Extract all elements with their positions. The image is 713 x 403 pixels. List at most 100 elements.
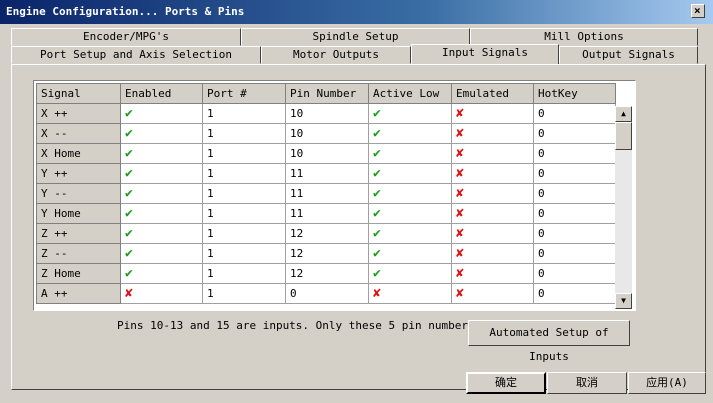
enabled-cell[interactable]: ✘ <box>120 283 203 304</box>
pin-cell[interactable]: 0 <box>285 283 369 304</box>
signal-name-cell[interactable]: Z Home <box>36 263 121 284</box>
hotkey-cell[interactable]: 0 <box>533 203 616 224</box>
active-low-cell[interactable]: ✔ <box>368 263 452 284</box>
port-cell[interactable]: 1 <box>202 283 286 304</box>
tab-encoder-mpgs[interactable]: Encoder/MPG's <box>11 28 241 46</box>
active-low-cell[interactable]: ✘ <box>368 283 452 304</box>
emulated-cell[interactable]: ✘ <box>451 163 534 184</box>
signal-name-cell[interactable]: X -- <box>36 123 121 144</box>
tab-output-signals[interactable]: Output Signals <box>559 46 698 64</box>
enabled-cell[interactable]: ✔ <box>120 263 203 284</box>
column-header-active-low[interactable]: Active Low <box>368 83 452 104</box>
emulated-cell[interactable]: ✘ <box>451 203 534 224</box>
signal-name-cell[interactable]: X Home <box>36 143 121 164</box>
port-cell[interactable]: 1 <box>202 143 286 164</box>
port-cell[interactable]: 1 <box>202 103 286 124</box>
tab-port-setup[interactable]: Port Setup and Axis Selection <box>11 46 261 64</box>
tab-input-signals[interactable]: Input Signals <box>411 44 559 64</box>
port-cell[interactable]: 1 <box>202 163 286 184</box>
hotkey-cell[interactable]: 0 <box>533 223 616 244</box>
active-low-cell[interactable]: ✔ <box>368 143 452 164</box>
enabled-cell[interactable]: ✔ <box>120 203 203 224</box>
pin-cell[interactable]: 10 <box>285 123 369 144</box>
active-low-cell[interactable]: ✔ <box>368 103 452 124</box>
emulated-cell[interactable]: ✘ <box>451 223 534 244</box>
apply-button[interactable]: 应用(A) <box>628 372 706 394</box>
enabled-cell[interactable]: ✔ <box>120 163 203 184</box>
hotkey-cell[interactable]: 0 <box>533 103 616 124</box>
check-icon: ✔ <box>373 206 381 221</box>
cross-icon: ✘ <box>456 286 464 301</box>
column-header-pin-number[interactable]: Pin Number <box>285 83 369 104</box>
signal-name-cell[interactable]: Y ++ <box>36 163 121 184</box>
port-cell[interactable]: 1 <box>202 203 286 224</box>
automated-setup-button[interactable]: Automated Setup of Inputs <box>468 320 630 363</box>
port-cell[interactable]: 1 <box>202 243 286 264</box>
emulated-cell[interactable]: ✘ <box>451 263 534 284</box>
pin-cell[interactable]: 11 <box>285 183 369 204</box>
scroll-thumb[interactable] <box>615 122 632 150</box>
port-cell[interactable]: 1 <box>202 223 286 244</box>
cross-icon: ✘ <box>456 246 464 261</box>
enabled-cell[interactable]: ✔ <box>120 103 203 124</box>
hotkey-cell[interactable]: 0 <box>533 183 616 204</box>
signal-name-cell[interactable]: Y -- <box>36 183 121 204</box>
pin-cell[interactable]: 12 <box>285 263 369 284</box>
pin-cell[interactable]: 12 <box>285 243 369 264</box>
column-header-port[interactable]: Port # <box>202 83 286 104</box>
close-icon: × <box>694 4 701 17</box>
hotkey-cell[interactable]: 0 <box>533 243 616 264</box>
hotkey-cell[interactable]: 0 <box>533 283 616 304</box>
emulated-cell[interactable]: ✘ <box>451 283 534 304</box>
enabled-cell[interactable]: ✔ <box>120 243 203 264</box>
cross-icon: ✘ <box>456 186 464 201</box>
hotkey-cell[interactable]: 0 <box>533 163 616 184</box>
scroll-up-button[interactable]: ▲ <box>615 106 632 122</box>
active-low-cell[interactable]: ✔ <box>368 123 452 144</box>
active-low-cell[interactable]: ✔ <box>368 223 452 244</box>
pin-cell[interactable]: 11 <box>285 163 369 184</box>
close-button[interactable]: × <box>691 4 705 18</box>
pin-cell[interactable]: 11 <box>285 203 369 224</box>
signal-name-cell[interactable]: Z ++ <box>36 223 121 244</box>
button-label: 应用(A) <box>646 376 688 389</box>
enabled-cell[interactable]: ✔ <box>120 143 203 164</box>
cancel-button[interactable]: 取消 <box>547 372 627 394</box>
tab-motor-outputs[interactable]: Motor Outputs <box>261 46 411 64</box>
active-low-cell[interactable]: ✔ <box>368 203 452 224</box>
pin-cell[interactable]: 10 <box>285 103 369 124</box>
port-cell[interactable]: 1 <box>202 263 286 284</box>
emulated-cell[interactable]: ✘ <box>451 143 534 164</box>
input-signals-grid[interactable]: Signal Enabled Port # Pin Number Active … <box>33 80 636 311</box>
ok-button[interactable]: 确定 <box>466 372 546 394</box>
table-row: X -- ✔ 1 10 ✔ ✘ 0 <box>36 123 616 144</box>
column-header-signal[interactable]: Signal <box>36 83 121 104</box>
enabled-cell[interactable]: ✔ <box>120 123 203 144</box>
emulated-cell[interactable]: ✘ <box>451 183 534 204</box>
enabled-cell[interactable]: ✔ <box>120 183 203 204</box>
pin-cell[interactable]: 10 <box>285 143 369 164</box>
signal-name-cell[interactable]: A ++ <box>36 283 121 304</box>
table-row: Z Home ✔ 1 12 ✔ ✘ 0 <box>36 263 616 284</box>
enabled-cell[interactable]: ✔ <box>120 223 203 244</box>
port-cell[interactable]: 1 <box>202 123 286 144</box>
column-header-hotkey[interactable]: HotKey <box>533 83 616 104</box>
scroll-down-button[interactable]: ▼ <box>615 293 632 309</box>
active-low-cell[interactable]: ✔ <box>368 243 452 264</box>
hotkey-cell[interactable]: 0 <box>533 263 616 284</box>
hotkey-cell[interactable]: 0 <box>533 123 616 144</box>
emulated-cell[interactable]: ✘ <box>451 243 534 264</box>
signal-name-cell[interactable]: Y Home <box>36 203 121 224</box>
active-low-cell[interactable]: ✔ <box>368 183 452 204</box>
signal-name-cell[interactable]: X ++ <box>36 103 121 124</box>
column-header-emulated[interactable]: Emulated <box>451 83 534 104</box>
hotkey-cell[interactable]: 0 <box>533 143 616 164</box>
emulated-cell[interactable]: ✘ <box>451 123 534 144</box>
column-header-enabled[interactable]: Enabled <box>120 83 203 104</box>
signal-name-cell[interactable]: Z -- <box>36 243 121 264</box>
emulated-cell[interactable]: ✘ <box>451 103 534 124</box>
vertical-scrollbar[interactable]: ▲ ▼ <box>615 106 632 309</box>
active-low-cell[interactable]: ✔ <box>368 163 452 184</box>
port-cell[interactable]: 1 <box>202 183 286 204</box>
pin-cell[interactable]: 12 <box>285 223 369 244</box>
